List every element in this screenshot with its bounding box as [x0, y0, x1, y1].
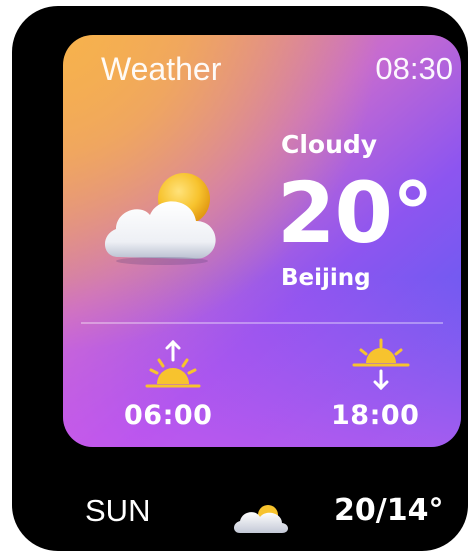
city-name: Beijing	[281, 265, 371, 291]
weather-card[interactable]: Weather 08:30 Cloudy 20° Beijing 06:00 1…	[63, 35, 461, 447]
partly-cloudy-icon	[104, 173, 216, 265]
sunset-time: 18:00	[331, 400, 420, 431]
divider	[81, 322, 443, 324]
sunset-icon	[352, 338, 410, 391]
clock-time: 08:30	[375, 51, 453, 86]
watch-screen: Weather 08:30 Cloudy 20° Beijing 06:00 1…	[12, 6, 468, 551]
current-temperature: 20°	[277, 164, 434, 262]
sunrise-time: 06:00	[124, 400, 213, 431]
weather-condition: Cloudy	[281, 130, 378, 159]
forecast-day: SUN	[85, 493, 151, 528]
sunrise-icon	[145, 339, 201, 388]
forecast-temperature-range: 20/14°	[334, 493, 444, 528]
app-title: Weather	[101, 51, 222, 87]
partly-cloudy-icon	[234, 505, 288, 533]
